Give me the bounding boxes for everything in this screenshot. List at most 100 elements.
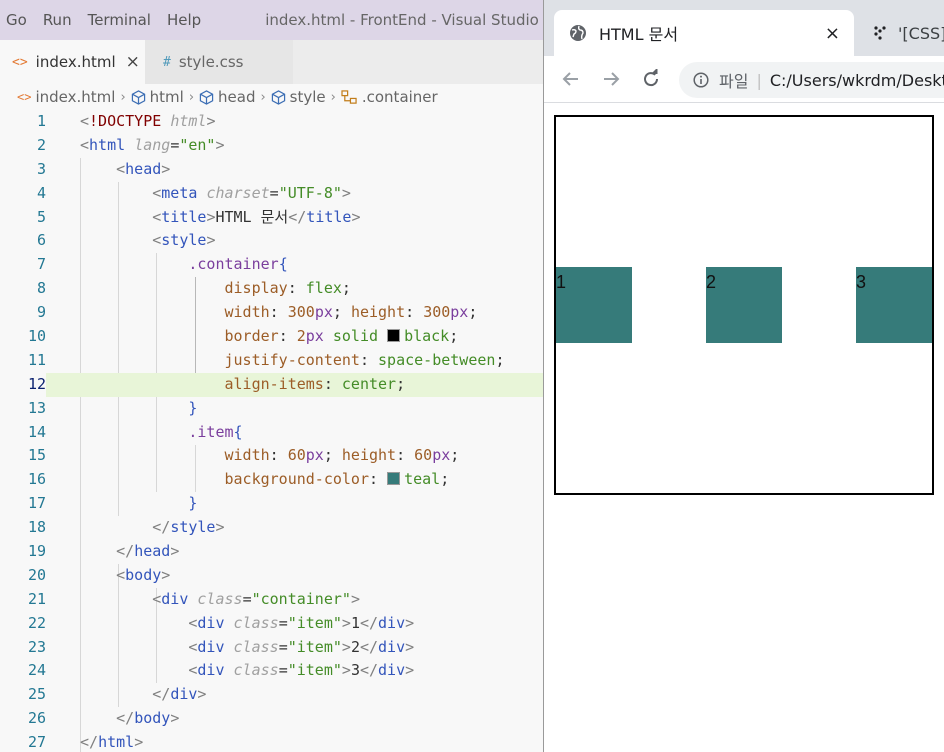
line-number: 13 bbox=[27, 398, 46, 417]
code-line: 20 <body> bbox=[0, 564, 543, 588]
flex-item: 3 bbox=[856, 267, 932, 343]
line-number: 26 bbox=[27, 709, 46, 728]
chevron-right-icon: › bbox=[188, 89, 195, 105]
line-number: 9 bbox=[36, 303, 46, 322]
line-number: 16 bbox=[27, 470, 46, 489]
code-text: <div class="container"> bbox=[152, 589, 360, 608]
close-tab-icon[interactable]: × bbox=[825, 23, 840, 44]
vscode-window: Go Run Terminal Help index.html - FrontE… bbox=[0, 0, 543, 752]
line-number: 19 bbox=[27, 542, 46, 561]
chevron-right-icon: › bbox=[120, 89, 126, 105]
browser-tab-strip: HTML 문서 × '[CSS] bbox=[544, 0, 944, 56]
css-selector-icon bbox=[341, 89, 358, 105]
back-button[interactable] bbox=[556, 64, 586, 94]
cube-icon bbox=[199, 89, 214, 105]
code-line: 9 width: 300px; height: 300px; bbox=[0, 301, 543, 325]
breadcrumb-label: index.html bbox=[35, 88, 116, 106]
url-text: C:/Users/wkrdm/Desktop/FrontEnd/index.ht… bbox=[769, 70, 944, 90]
code-line: 11 justify-content: space-between; bbox=[0, 349, 543, 373]
forward-button[interactable] bbox=[596, 64, 626, 94]
line-number: 18 bbox=[27, 518, 46, 537]
url-separator: | bbox=[756, 70, 762, 90]
code-line-current: 12 align-items: center; bbox=[0, 372, 543, 397]
menu-bar: Go Run Terminal Help index.html - FrontE… bbox=[0, 0, 543, 40]
code-text: </body> bbox=[116, 709, 180, 728]
browser-tab-active[interactable]: HTML 문서 × bbox=[554, 10, 854, 56]
browser-window: HTML 문서 × '[CSS] 파일 | C:/Users/wkrdm/Des… bbox=[543, 0, 944, 752]
breadcrumb-label: .container bbox=[361, 88, 438, 106]
breadcrumb: <> index.html › html › head › style › .c… bbox=[0, 84, 543, 110]
line-number: 17 bbox=[27, 494, 46, 513]
code-line: 1 <!DOCTYPE html> bbox=[0, 110, 543, 134]
code-line: 2 <html lang="en"> bbox=[0, 134, 543, 158]
code-line: 15 width: 60px; height: 60px; bbox=[0, 444, 543, 468]
tab-index-html[interactable]: <> index.html × bbox=[0, 40, 145, 84]
breadcrumb-file[interactable]: <> index.html bbox=[17, 88, 115, 106]
flex-item: 2 bbox=[706, 267, 782, 343]
code-text: <div class="item">2</div> bbox=[188, 637, 415, 656]
cube-icon bbox=[271, 89, 286, 105]
menu-go[interactable]: Go bbox=[0, 11, 35, 29]
color-swatch-black[interactable] bbox=[387, 329, 401, 343]
editor-tab-bar: <> index.html × # style.css bbox=[0, 40, 543, 84]
tab-label: style.css bbox=[178, 53, 244, 71]
code-line: 25 </div> bbox=[0, 683, 543, 707]
code-line: 22 <div class="item">1</div> bbox=[0, 612, 543, 636]
code-line: 21 <div class="container"> bbox=[0, 588, 543, 612]
line-number: 14 bbox=[27, 422, 46, 441]
line-number: 23 bbox=[27, 637, 46, 656]
reload-icon bbox=[644, 69, 659, 87]
breadcrumb-head[interactable]: head bbox=[199, 88, 255, 106]
window-title: index.html - FrontEnd - Visual Studio Co… bbox=[265, 11, 543, 29]
code-line: 3 <head> bbox=[0, 158, 543, 182]
code-text: </head> bbox=[116, 542, 180, 561]
line-number: 3 bbox=[36, 159, 46, 178]
line-number: 22 bbox=[27, 613, 46, 632]
menu-terminal[interactable]: Terminal bbox=[80, 11, 159, 29]
tab-label: index.html bbox=[35, 53, 116, 71]
code-line: 4 <meta charset="UTF-8"> bbox=[0, 182, 543, 206]
line-number: 11 bbox=[27, 350, 46, 369]
line-number: 1 bbox=[36, 112, 46, 130]
info-icon[interactable] bbox=[693, 72, 709, 88]
code-editor[interactable]: 1 <!DOCTYPE html> 2 <html lang="en"> 3 <he… bbox=[0, 110, 543, 752]
code-text: </html> bbox=[80, 733, 144, 752]
breadcrumb-container[interactable]: .container bbox=[341, 88, 438, 106]
code-text: <title>HTML 문서</title> bbox=[152, 207, 361, 226]
flex-item: 1 bbox=[556, 267, 632, 343]
reload-button[interactable] bbox=[636, 64, 666, 94]
code-line: 26 </body> bbox=[0, 707, 543, 731]
code-text: .container{ bbox=[188, 255, 288, 274]
code-text: </div> bbox=[152, 685, 207, 704]
code-text: <head> bbox=[116, 159, 171, 178]
html-file-icon: <> bbox=[17, 90, 32, 104]
code-text: width: 60px; height: 60px; bbox=[224, 446, 460, 465]
code-text: justify-content: space-between; bbox=[224, 350, 505, 369]
breadcrumb-label: head bbox=[218, 88, 256, 106]
code-line: 23 <div class="item">2</div> bbox=[0, 636, 543, 660]
browser-tab-inactive[interactable]: '[CSS] bbox=[864, 10, 944, 56]
tab-style-css[interactable]: # style.css bbox=[145, 40, 293, 84]
code-text: .item{ bbox=[188, 422, 243, 441]
close-tab-icon[interactable]: × bbox=[126, 52, 140, 72]
arrow-left-icon bbox=[562, 72, 578, 86]
address-bar[interactable]: 파일 | C:/Users/wkrdm/Desktop/FrontEnd/ind… bbox=[679, 62, 944, 98]
line-number: 27 bbox=[27, 733, 46, 752]
breadcrumb-style[interactable]: style bbox=[271, 88, 326, 106]
menu-help[interactable]: Help bbox=[159, 11, 209, 29]
site-info-label: 파일 bbox=[719, 72, 749, 91]
code-text: <html lang="en"> bbox=[80, 135, 225, 154]
line-number: 15 bbox=[27, 446, 46, 465]
color-swatch-teal[interactable] bbox=[387, 472, 401, 486]
breadcrumb-html[interactable]: html bbox=[131, 88, 184, 106]
chevron-right-icon: › bbox=[260, 89, 266, 105]
code-line: 6 <style> bbox=[0, 229, 543, 253]
menu-run[interactable]: Run bbox=[35, 11, 80, 29]
flex-container: 1 2 3 bbox=[554, 115, 934, 495]
code-text: <body> bbox=[116, 565, 171, 584]
code-text: border: 2px solid black; bbox=[224, 327, 459, 346]
code-text: <style> bbox=[152, 231, 216, 250]
code-line: 5 <title>HTML 문서</title> bbox=[0, 206, 543, 230]
code-text: display: flex; bbox=[224, 279, 351, 298]
chevron-right-icon: › bbox=[330, 89, 336, 105]
